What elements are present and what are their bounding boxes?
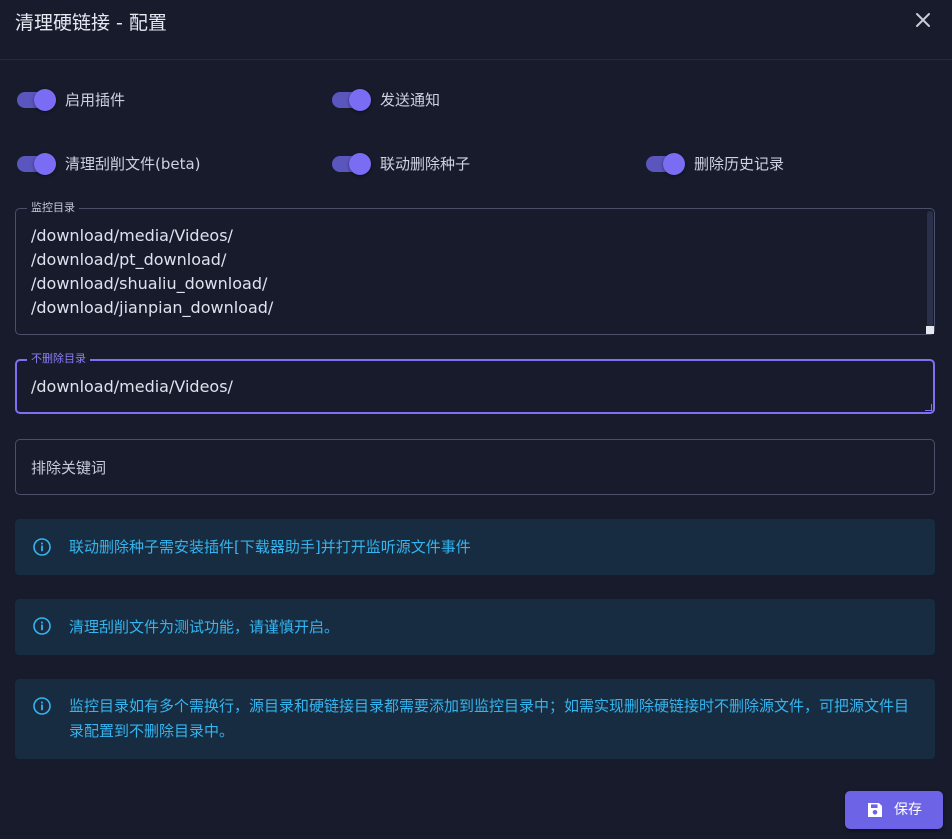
close-button[interactable] — [911, 8, 935, 32]
resize-handle[interactable] — [926, 326, 934, 334]
alert-text: 清理刮削文件为测试功能，请谨慎开启。 — [69, 618, 340, 636]
exclude-keywords-placeholder: 排除关键词 — [31, 459, 107, 477]
switch-thumb[interactable] — [349, 89, 371, 111]
close-icon — [916, 13, 930, 27]
switch-delete-history[interactable]: 删除历史记录 — [646, 151, 784, 177]
switch-track[interactable] — [332, 89, 371, 111]
monitor-dirs-value[interactable]: /download/media/Videos/ /download/pt_dow… — [31, 224, 273, 320]
alert-text: 监控目录如有多个需换行，源目录和硬链接目录都需要添加到监控目录中；如需实现删除硬… — [69, 697, 910, 740]
switch-send-notification[interactable]: 发送通知 — [332, 87, 440, 113]
info-alert: 联动删除种子需安装插件[下载器助手]并打开监听源文件事件 — [15, 519, 935, 575]
save-button-label: 保存 — [894, 802, 922, 818]
resize-handle[interactable] — [925, 404, 932, 411]
floppy-disk-icon — [868, 803, 882, 817]
switch-thumb[interactable] — [349, 153, 371, 175]
monitor-dirs-textarea[interactable]: 监控目录 /download/media/Videos/ /download/p… — [15, 201, 935, 335]
info-icon — [32, 696, 52, 716]
exclude-dirs-value[interactable]: /download/media/Videos/ — [31, 375, 233, 399]
exclude-dirs-textarea[interactable]: 不删除目录 /download/media/Videos/ — [15, 352, 935, 414]
exclude-dirs-label: 不删除目录 — [27, 352, 90, 366]
switch-track[interactable] — [646, 153, 685, 175]
switch-linked-delete-torrent[interactable]: 联动删除种子 — [332, 151, 470, 177]
info-icon — [32, 616, 52, 636]
switch-label-delete-history: 删除历史记录 — [694, 155, 785, 173]
dialog-header: 清理硬链接 - 配置 — [0, 0, 952, 60]
info-icon — [32, 537, 52, 557]
switch-thumb[interactable] — [34, 89, 56, 111]
switch-enable-plugin[interactable]: 启用插件 — [17, 87, 125, 113]
switch-track[interactable] — [17, 89, 56, 111]
switch-label-enable-plugin: 启用插件 — [65, 91, 126, 109]
switch-thumb[interactable] — [663, 153, 685, 175]
switch-clean-scraped-files[interactable]: 清理刮削文件(beta) — [17, 151, 201, 177]
dialog-title: 清理硬链接 - 配置 — [15, 12, 167, 34]
alert-text: 联动删除种子需安装插件[下载器助手]并打开监听源文件事件 — [69, 538, 471, 556]
save-button[interactable]: 保存 — [845, 791, 943, 829]
switch-track[interactable] — [332, 153, 371, 175]
switch-label-linked-delete-torrent: 联动删除种子 — [380, 155, 471, 173]
info-alert: 清理刮削文件为测试功能，请谨慎开启。 — [15, 599, 935, 655]
exclude-keywords-input[interactable]: 排除关键词 — [15, 439, 935, 495]
monitor-dirs-label: 监控目录 — [27, 201, 79, 215]
textarea-scrollbar[interactable] — [927, 211, 933, 327]
switch-thumb[interactable] — [34, 153, 56, 175]
switch-label-clean-scraped-files: 清理刮削文件(beta) — [65, 155, 201, 173]
config-dialog: 清理硬链接 - 配置 启用插件 发送通知 清理刮削文件(beta) 联动删除种子… — [0, 0, 952, 839]
info-alert: 监控目录如有多个需换行，源目录和硬链接目录都需要添加到监控目录中；如需实现删除硬… — [15, 679, 935, 759]
switch-track[interactable] — [17, 153, 56, 175]
switch-label-send-notification: 发送通知 — [380, 91, 441, 109]
